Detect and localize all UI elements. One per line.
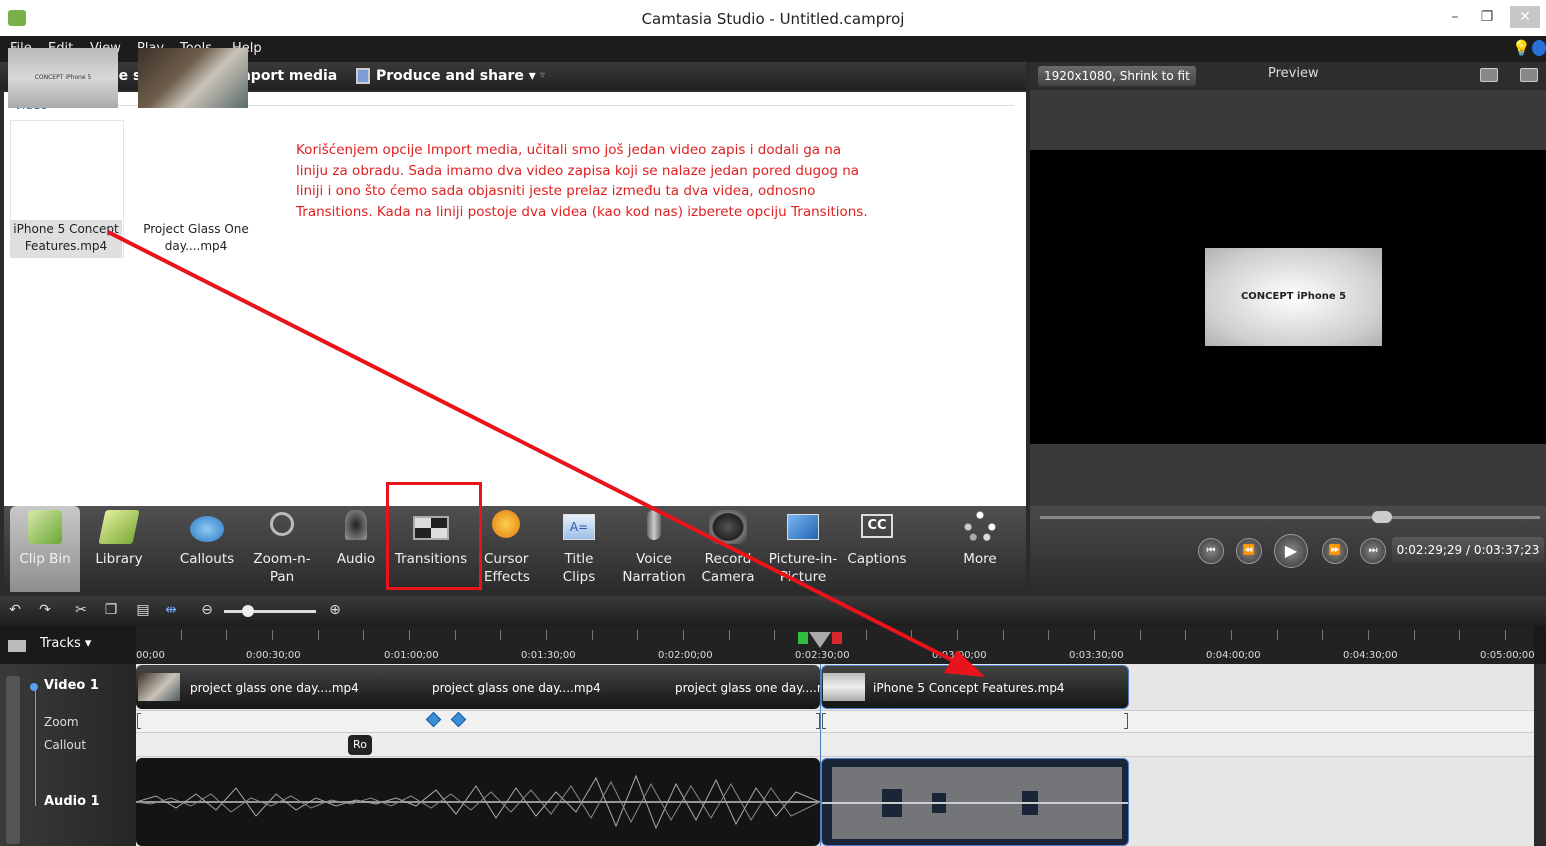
tutorial-arrow bbox=[107, 230, 985, 677]
